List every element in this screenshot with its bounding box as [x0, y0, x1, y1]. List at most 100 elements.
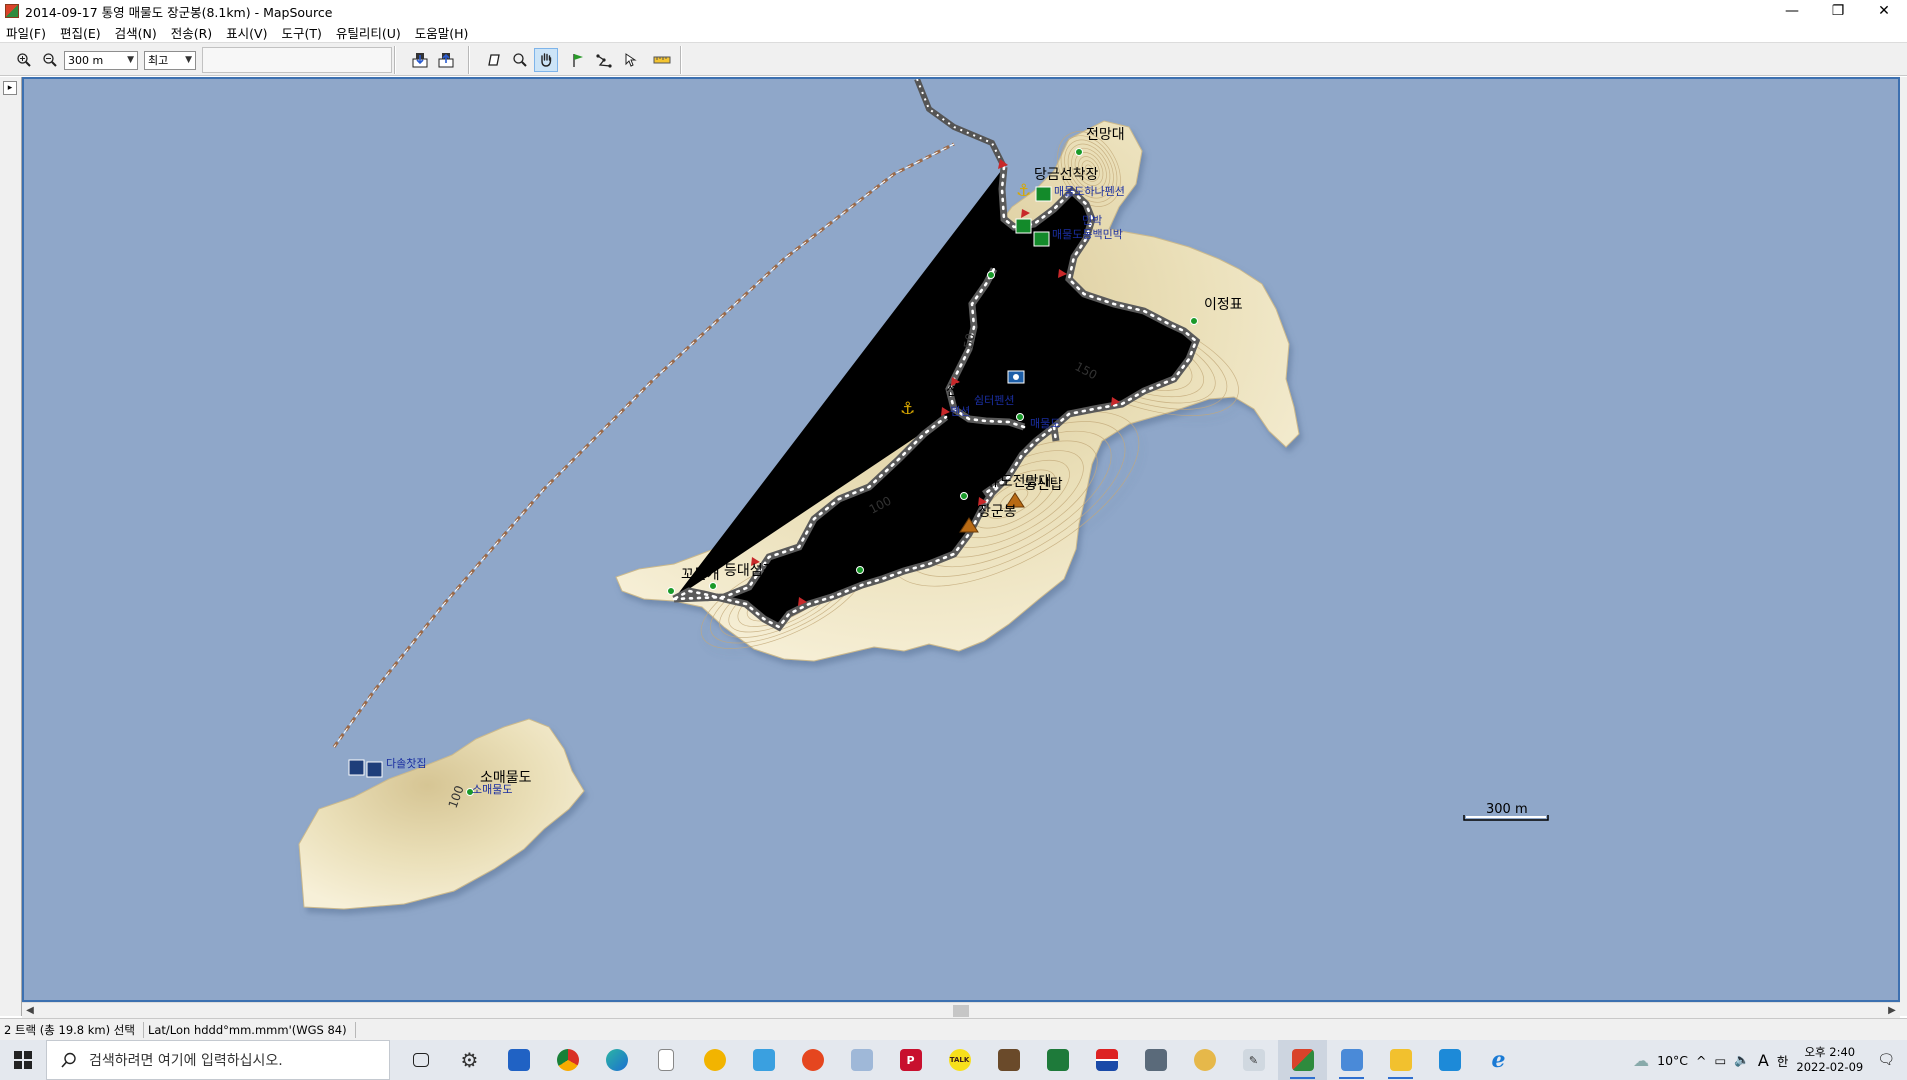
scroll-thumb[interactable] — [953, 1005, 969, 1017]
minimize-button[interactable]: — — [1769, 0, 1815, 22]
anchor-icon[interactable]: ⚓ — [1016, 181, 1031, 201]
scroll-left-button[interactable]: ◀ — [22, 1003, 38, 1019]
somaemuldo-island — [298, 718, 585, 910]
track-tool-button[interactable] — [618, 48, 642, 72]
file-explorer-app[interactable] — [1376, 1040, 1425, 1080]
transfer-toolbar — [408, 46, 470, 74]
pencil-app[interactable]: ✎ — [1229, 1040, 1278, 1080]
calculator-icon — [1144, 1049, 1167, 1071]
notepad-app[interactable] — [641, 1040, 690, 1080]
edge-app[interactable] — [592, 1040, 641, 1080]
taskbar-search-box[interactable]: 검색하려면 여기에 입력하십시오. — [46, 1040, 390, 1080]
lodging-icon[interactable] — [1033, 231, 1050, 247]
chevron-up-icon[interactable]: ^ — [1696, 1053, 1706, 1068]
zoom-tool-icon — [513, 53, 527, 67]
menu-view[interactable]: 표시(V) — [226, 23, 267, 42]
waypoint-jeonmangdae[interactable] — [1075, 148, 1083, 156]
kakaotalk-app[interactable]: TALK — [935, 1040, 984, 1080]
fin-icon — [850, 1049, 873, 1071]
weather-icon[interactable]: ☁ — [1633, 1051, 1649, 1070]
volume-icon[interactable]: 🔈 — [1734, 1052, 1750, 1068]
basecamp-app[interactable] — [1082, 1040, 1131, 1080]
receive-from-device-button[interactable] — [408, 48, 432, 72]
map-view[interactable]: ⚓ ⚓ 전망대 당금선착장 매물도하나펜션 민박 매물도동백민박 쉬는곳 이정표… — [22, 77, 1900, 1002]
chrome-app[interactable] — [543, 1040, 592, 1080]
menu-tools[interactable]: 도구(T) — [281, 23, 321, 42]
store-app[interactable] — [494, 1040, 543, 1080]
android-app[interactable] — [1180, 1040, 1229, 1080]
search-placeholder: 검색하려면 여기에 입력하십시오. — [89, 1053, 283, 1069]
zoom-level-select[interactable]: 300 m ▼ — [64, 50, 138, 70]
waypoint-rest-area[interactable] — [987, 271, 995, 279]
toolbar: 300 m ▼ 최고 ▼ — [0, 42, 1907, 76]
basecamp-running-app[interactable] — [1327, 1040, 1376, 1080]
coordinate-format: Lat/Lon hddd°mm.mmm'(WGS 84) — [144, 1021, 356, 1038]
taskbar-clock[interactable]: 오후 2:40 2022-02-09 — [1796, 1045, 1863, 1075]
shark-app[interactable] — [837, 1040, 886, 1080]
label-pension-a: 쉼터펜션 — [974, 394, 1014, 407]
waypoint-deungdaeseom[interactable] — [709, 582, 717, 590]
detail-level-select[interactable]: 최고 ▼ — [144, 50, 196, 70]
scroll-right-button[interactable]: ▶ — [1884, 1003, 1900, 1019]
system-tray: ☁ 10°C ^ ▭ 🔈 A 한 오후 2:40 2022-02-09 🗨 — [1633, 1040, 1907, 1080]
menu-find[interactable]: 검색(N) — [115, 23, 157, 42]
expand-sidebar-button[interactable]: ▸ — [3, 81, 17, 95]
waypoint-127[interactable] — [856, 566, 864, 574]
waypoint-ijeongpyo[interactable] — [1190, 317, 1198, 325]
weather-temp[interactable]: 10°C — [1657, 1053, 1688, 1068]
notification-icon[interactable]: 🗨 — [1877, 1052, 1895, 1068]
waypoint-anbu[interactable] — [1016, 413, 1024, 421]
ie-app[interactable]: ℯ — [1474, 1040, 1523, 1080]
selection-tool-icon — [488, 54, 500, 66]
language-indicator[interactable]: 한 — [1777, 1051, 1789, 1070]
zoom-out-button[interactable] — [38, 48, 62, 72]
restaurant-icon[interactable] — [348, 759, 365, 776]
scale-bar: 300 m — [1463, 802, 1549, 821]
route-tool-button[interactable] — [592, 48, 616, 72]
maximize-button[interactable]: ❐ — [1815, 0, 1861, 22]
task-view-button[interactable] — [396, 1040, 445, 1080]
menu-edit[interactable]: 편집(E) — [60, 23, 101, 42]
calculator-app[interactable] — [1131, 1040, 1180, 1080]
map-canvas[interactable]: ⚓ ⚓ 전망대 당금선착장 매물도하나펜션 민박 매물도동백민박 쉬는곳 이정표… — [24, 79, 1898, 1000]
lodging-icon[interactable] — [1015, 218, 1032, 234]
label-janggunbong: 장군봉 — [978, 504, 1017, 520]
start-button[interactable] — [0, 1040, 46, 1080]
waypoint-tool-button[interactable] — [566, 48, 590, 72]
zoom-in-button[interactable] — [12, 48, 36, 72]
bandicam-app[interactable] — [788, 1040, 837, 1080]
photos-app[interactable] — [739, 1040, 788, 1080]
map-horizontal-scrollbar[interactable]: ◀ ▶ — [22, 1002, 1900, 1018]
waypoint-kkodeulgae[interactable] — [667, 587, 675, 595]
send-to-device-icon — [438, 53, 454, 68]
waypoint-eoyudo[interactable] — [960, 492, 968, 500]
close-button[interactable]: ✕ — [1861, 0, 1907, 22]
robot-icon — [1193, 1049, 1216, 1071]
p-app[interactable]: P — [886, 1040, 935, 1080]
distance-tool-button[interactable] — [650, 48, 674, 72]
mapsource-app[interactable] — [1278, 1040, 1327, 1080]
label-kkodeulgae: 꼬들개 — [681, 567, 720, 583]
anchor-icon[interactable]: ⚓ — [900, 399, 915, 419]
hwp-app[interactable] — [1425, 1040, 1474, 1080]
p-icon: P — [899, 1049, 922, 1071]
hand-tool-button[interactable] — [534, 48, 558, 72]
restaurant-icon[interactable] — [366, 761, 383, 778]
game-app[interactable] — [984, 1040, 1033, 1080]
window-controls: — ❐ ✕ — [1769, 0, 1907, 22]
selection-tool-button[interactable] — [482, 48, 506, 72]
send-to-device-button[interactable] — [434, 48, 458, 72]
ime-mode[interactable]: A — [1758, 1051, 1769, 1070]
paint-app[interactable] — [690, 1040, 739, 1080]
settings-app[interactable]: ⚙ — [445, 1040, 494, 1080]
network-icon[interactable]: ▭ — [1715, 1053, 1727, 1068]
excel-app[interactable] — [1033, 1040, 1082, 1080]
menu-file[interactable]: 파일(F) — [6, 23, 46, 42]
lodging-icon[interactable] — [1035, 186, 1052, 202]
menu-utility[interactable]: 유틸리티(U) — [336, 23, 401, 42]
zoom-tool-button[interactable] — [508, 48, 532, 72]
menu-transfer[interactable]: 전송(R) — [171, 23, 212, 42]
menu-help[interactable]: 도움말(H) — [415, 23, 469, 42]
somaemuldo-island-shape — [298, 718, 585, 910]
right-edge — [1900, 77, 1907, 1016]
